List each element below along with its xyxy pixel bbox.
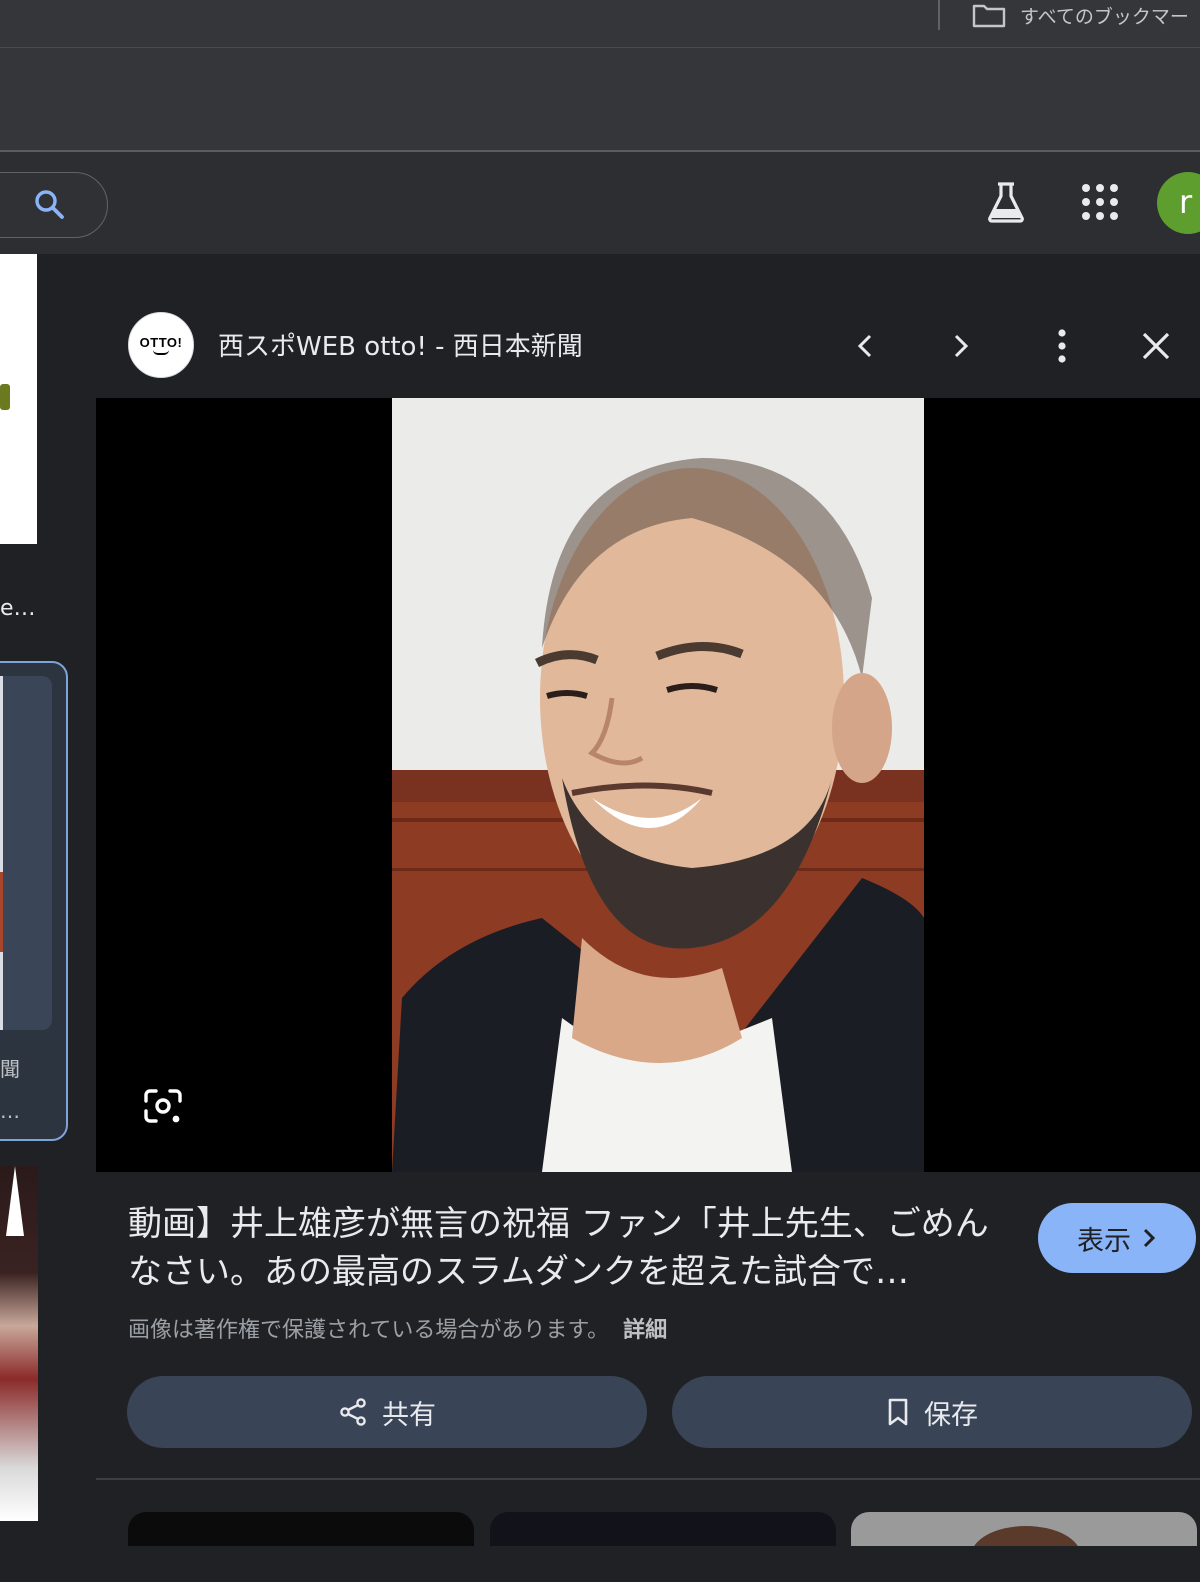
more-vert-icon <box>1058 329 1066 363</box>
source-logo[interactable]: OTTO! <box>128 312 194 378</box>
share-icon <box>340 1398 366 1426</box>
bookmarks-bar: すべてのブックマー <box>0 0 1200 48</box>
labs-flask-icon[interactable] <box>984 180 1028 224</box>
bookmark-icon <box>888 1398 908 1426</box>
page-bottom <box>0 1546 1200 1582</box>
copyright-notice: 画像は著作権で保護されている場合があります。 詳細 <box>128 1318 668 1343</box>
result-title[interactable]: 動画】井上雄彦が無言の祝福 ファン「井上先生、ごめんなさい。あの最高のスラムダン… <box>128 1200 1008 1296</box>
details-link[interactable]: 詳細 <box>623 1318 667 1343</box>
result-caption[interactable]: 聞 … <box>0 1048 20 1132</box>
view-button[interactable]: 表示 <box>1038 1203 1196 1273</box>
apps-grid-icon[interactable] <box>1082 184 1118 220</box>
next-button[interactable] <box>936 322 984 370</box>
browser-toolbar-area <box>0 48 1200 152</box>
more-options-button[interactable] <box>1038 322 1086 370</box>
bookmarks-separator <box>938 0 940 30</box>
result-thumbnail[interactable] <box>0 1166 38 1521</box>
google-lens-icon[interactable] <box>142 1085 184 1127</box>
all-bookmarks-label: すべてのブックマー <box>1020 5 1189 28</box>
chevron-right-icon <box>1143 1228 1156 1248</box>
close-icon <box>1142 332 1170 360</box>
save-button[interactable]: 保存 <box>672 1376 1192 1448</box>
share-button[interactable]: 共有 <box>127 1376 647 1448</box>
previous-button[interactable] <box>842 322 890 370</box>
close-button[interactable] <box>1132 322 1180 370</box>
preview-image[interactable] <box>392 398 924 1172</box>
result-thumbnail[interactable] <box>0 254 37 544</box>
result-thumbnail[interactable] <box>0 676 52 1030</box>
search-icon[interactable] <box>30 185 70 225</box>
divider <box>96 1478 1200 1480</box>
source-title[interactable]: 西スポWEB otto! - 西日本新聞 <box>218 326 583 363</box>
all-bookmarks-button[interactable]: すべてのブックマー <box>972 0 1189 30</box>
chevron-left-icon <box>857 334 872 358</box>
folder-icon <box>972 4 1006 28</box>
image-viewer[interactable] <box>96 398 1200 1172</box>
result-caption[interactable]: e… <box>0 596 36 621</box>
chevron-right-icon <box>954 334 969 358</box>
